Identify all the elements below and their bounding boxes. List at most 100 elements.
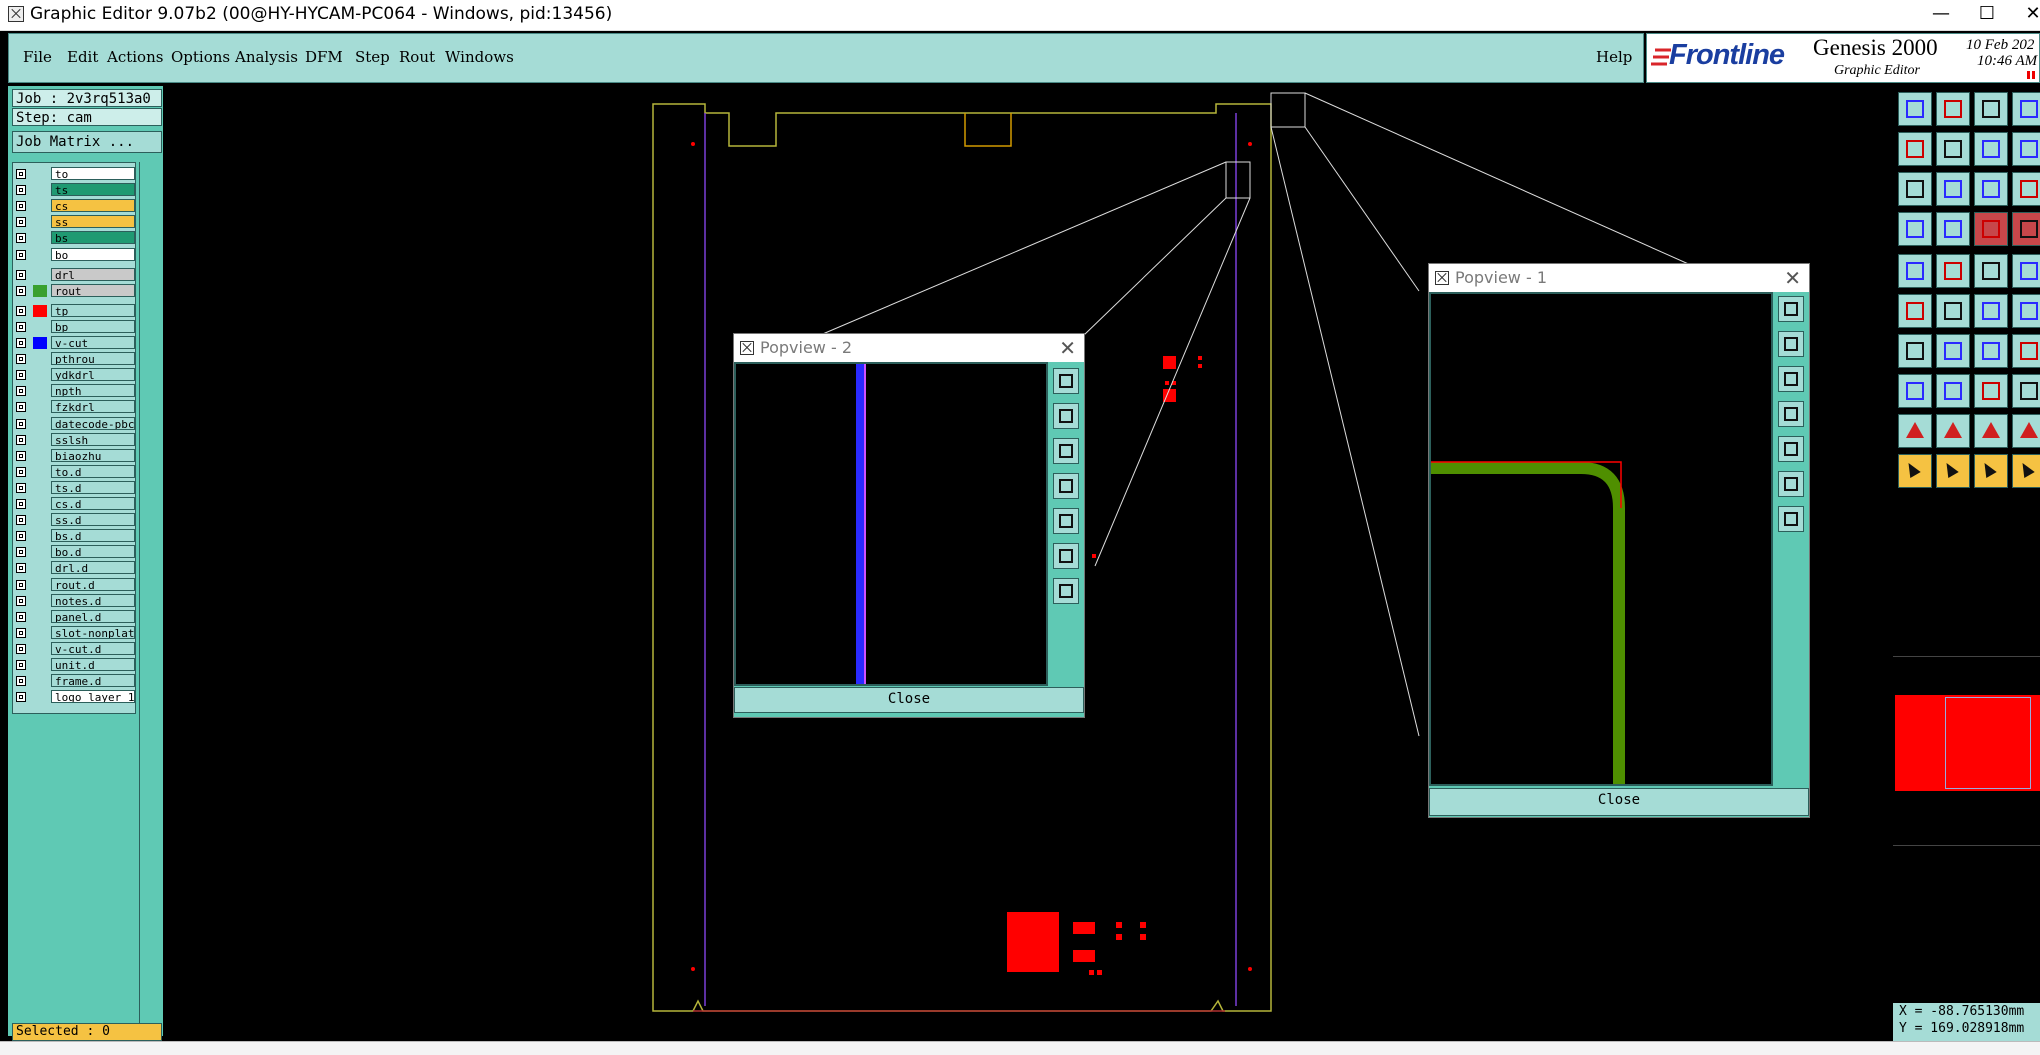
zoom-fit-button[interactable]: [1053, 578, 1079, 604]
layer-checkbox[interactable]: [16, 595, 26, 606]
layer-row[interactable]: ts.d: [13, 480, 135, 495]
layer-row[interactable]: fzkdrl: [13, 400, 135, 414]
layer-name[interactable]: rout.d: [51, 577, 135, 591]
pan-right-button[interactable]: [1053, 508, 1079, 534]
layer-name[interactable]: v-cut: [51, 336, 135, 349]
layer-row[interactable]: to.d: [13, 464, 135, 479]
pan-down-button[interactable]: [1778, 366, 1804, 392]
layer-checkbox[interactable]: [16, 233, 26, 244]
pan-left-button[interactable]: [1053, 473, 1079, 499]
layer-checkbox[interactable]: [16, 563, 26, 574]
layer-name[interactable]: unit.d: [51, 658, 135, 671]
layer-checkbox[interactable]: [16, 370, 26, 381]
layer-name[interactable]: npth: [51, 384, 135, 398]
layer-row[interactable]: cs.d: [13, 497, 135, 511]
layer-row[interactable]: notes.d: [13, 593, 135, 608]
layer-checkbox[interactable]: [16, 692, 26, 703]
rotate-tool-button[interactable]: [1974, 334, 2008, 368]
triangle-tool-button[interactable]: [1898, 414, 1932, 448]
pointer-move-tool-button[interactable]: [1974, 454, 2008, 488]
open-tool-button[interactable]: [1898, 92, 1932, 126]
layer-row[interactable]: slot-nonplat: [13, 625, 135, 640]
menu-step[interactable]: Step: [355, 48, 390, 66]
pan-right-button[interactable]: [1778, 436, 1804, 462]
copy-tool-button[interactable]: [2012, 374, 2040, 408]
triangle-select-tool-button[interactable]: [1936, 414, 1970, 448]
layer-row[interactable]: frame.d: [13, 674, 135, 688]
layer-row[interactable]: unit.d: [13, 658, 135, 672]
layer-checkbox[interactable]: [16, 185, 26, 196]
menu-rout[interactable]: Rout: [399, 48, 435, 66]
connect-tool-button[interactable]: [1974, 294, 2008, 328]
layer-left-tool-button[interactable]: [1898, 132, 1932, 166]
pointer-alt-tool-button[interactable]: [1936, 454, 1970, 488]
layer-name[interactable]: frame.d: [51, 674, 135, 688]
popview-1-close-icon[interactable]: ✕: [1784, 266, 1801, 290]
layer-row[interactable]: ss.d: [13, 513, 135, 527]
layer-checkbox[interactable]: [16, 515, 26, 526]
layer-name[interactable]: datecode-pbc: [51, 416, 135, 430]
layer-checkbox[interactable]: [16, 418, 26, 429]
layer-row[interactable]: to: [13, 167, 135, 181]
delete-tool-button[interactable]: [1936, 294, 1970, 328]
popview-2-view[interactable]: [734, 362, 1048, 686]
layer-checkbox[interactable]: [16, 579, 26, 590]
layer-row[interactable]: ts: [13, 183, 135, 197]
layer-row[interactable]: npth: [13, 384, 135, 398]
layer-row[interactable]: rout: [13, 283, 135, 298]
layer-name[interactable]: cs.d: [51, 497, 135, 510]
layer-row[interactable]: ss: [13, 215, 135, 229]
layer-name[interactable]: biaozhu: [51, 448, 135, 462]
layer-name[interactable]: ydkdrl: [51, 368, 135, 382]
line-draw-tool-button[interactable]: [1936, 254, 1970, 288]
line-add-tool-button[interactable]: [1936, 374, 1970, 408]
mirror-tool-button[interactable]: [2012, 334, 2040, 368]
pointer-tool-button[interactable]: [1898, 454, 1932, 488]
home-tool-button[interactable]: [1974, 92, 2008, 126]
layer-name[interactable]: ts: [51, 183, 135, 197]
layer-checkbox[interactable]: [16, 269, 26, 280]
pointer-copy-tool-button[interactable]: [2012, 454, 2040, 488]
layer-row[interactable]: bp: [13, 319, 135, 334]
layer-checkbox[interactable]: [16, 643, 26, 654]
layer-name[interactable]: bo: [51, 247, 135, 261]
minimize-button[interactable]: —: [1918, 0, 1964, 30]
layer-scrollbar[interactable]: [139, 162, 160, 1026]
snap-alt-tool-button[interactable]: [2012, 212, 2040, 246]
menu-help[interactable]: Help: [1596, 48, 1632, 66]
layer-right-tool-button[interactable]: [1936, 132, 1970, 166]
fit-view-button[interactable]: [1053, 543, 1079, 569]
layer-row[interactable]: ydkdrl: [13, 368, 135, 382]
layer-name[interactable]: slot-nonplat: [51, 625, 135, 639]
fill-tool-button[interactable]: [2012, 254, 2040, 288]
overview-minimap[interactable]: [1893, 656, 2040, 846]
ruler-tool-button[interactable]: [1974, 254, 2008, 288]
measure-tool-button[interactable]: [1936, 212, 1970, 246]
zoom-tool-button[interactable]: [1936, 172, 1970, 206]
layer-name[interactable]: ss: [51, 215, 135, 229]
layer-name[interactable]: cs: [51, 199, 135, 213]
layer-name[interactable]: to: [51, 167, 135, 180]
layer-row[interactable]: bo: [13, 247, 135, 262]
layer-row[interactable]: bo.d: [13, 545, 135, 559]
layer-checkbox[interactable]: [16, 201, 26, 212]
layer-row[interactable]: rout.d: [13, 577, 135, 592]
popview-2-close-icon[interactable]: ✕: [1059, 336, 1076, 360]
menu-analysis[interactable]: Analysis: [235, 48, 298, 66]
pan-down-button[interactable]: [1053, 438, 1079, 464]
layer-checkbox[interactable]: [16, 434, 26, 445]
layer-checkbox[interactable]: [16, 627, 26, 638]
layer-name[interactable]: sslsh: [51, 432, 135, 446]
layer-checkbox[interactable]: [16, 217, 26, 228]
layer-checkbox[interactable]: [16, 531, 26, 542]
layer-checkbox[interactable]: [16, 611, 26, 622]
layer-name[interactable]: bo.d: [51, 545, 135, 559]
popview-1-close-button[interactable]: Close: [1429, 788, 1809, 816]
menu-file[interactable]: File: [23, 48, 52, 66]
pan-left-button[interactable]: [1778, 401, 1804, 427]
layer-checkbox[interactable]: [16, 482, 26, 493]
zoom-out-button[interactable]: [1778, 331, 1804, 357]
layer-row[interactable]: v-cut.d: [13, 641, 135, 656]
layer-row[interactable]: panel.d: [13, 609, 135, 624]
layer-name[interactable]: drl.d: [51, 561, 135, 575]
